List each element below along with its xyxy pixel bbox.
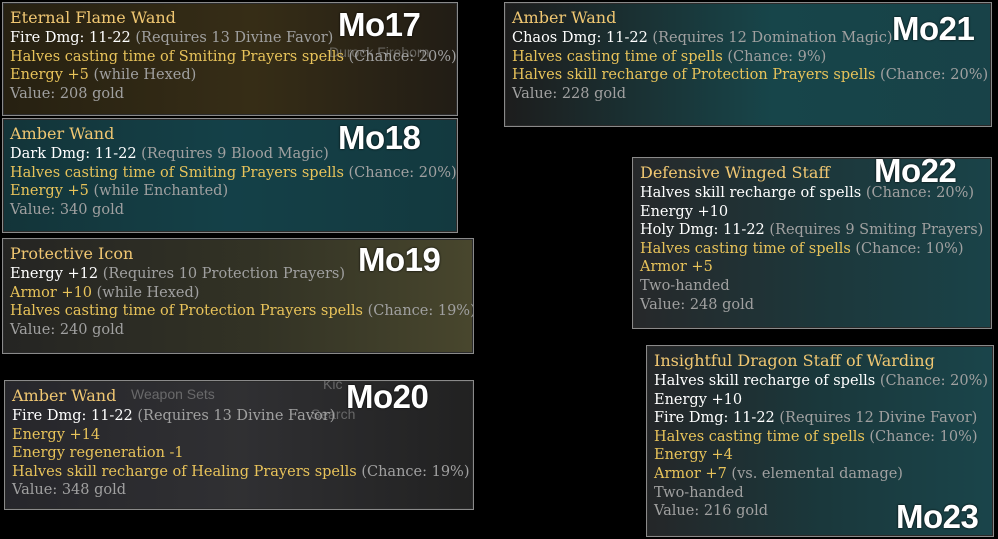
stat-text: Halves casting time of spells	[640, 240, 856, 257]
stat-note: (while Hexed)	[96, 284, 200, 301]
stat-note: (Chance: 19%)	[367, 303, 474, 320]
item-stat-line: Holy Dmg: 11-22 (Requires 9 Smiting Pray…	[640, 221, 985, 240]
stat-text: Halves skill recharge of spells	[640, 185, 866, 201]
stat-note: Two-handed	[640, 277, 730, 294]
stat-note: Value: 348 gold	[12, 482, 127, 499]
item-stat-line: Value: 228 gold	[512, 85, 985, 104]
item-stat-line: Halves casting time of spells (Chance: 1…	[640, 240, 985, 259]
stat-text: Energy +5	[10, 183, 94, 200]
stat-text: Armor +10	[10, 284, 97, 301]
stat-text: Energy +4	[654, 447, 733, 464]
stat-text: Halves casting time of Smiting Prayers s…	[10, 48, 349, 65]
item-stat-line: Value: 340 gold	[10, 201, 451, 220]
tag-mo18: Mo18	[338, 119, 421, 156]
stat-text: Chaos Dmg: 11-22	[512, 30, 653, 46]
stat-note: (vs. elemental damage)	[731, 465, 903, 482]
stat-text: Halves casting time of Protection Prayer…	[10, 303, 368, 320]
stat-text: Fire Dmg: 11-22	[12, 408, 138, 424]
item-stat-line: Energy +5 (while Hexed)	[10, 66, 451, 85]
stat-text: Armor +7	[654, 465, 732, 482]
tag-mo17: Mo17	[338, 6, 421, 43]
stat-note: (Chance: 9%)	[727, 48, 827, 65]
item-stat-line: Halves skill recharge of Protection Pray…	[512, 66, 989, 85]
stat-note: (Requires 13 Divine Favor)	[135, 30, 334, 46]
stat-note: (while Enchanted)	[93, 183, 229, 200]
item-stat-line: Value: 348 gold	[12, 481, 467, 500]
item-stat-line: Halves casting time of Protection Prayer…	[10, 302, 473, 321]
stat-note: (Chance: 10%)	[855, 240, 964, 257]
item-stat-line: Energy +5 (while Enchanted)	[10, 182, 451, 201]
stat-text: Holy Dmg: 11-22	[640, 222, 770, 239]
stat-text: Energy +10	[654, 391, 743, 408]
item-stat-line: Halves skill recharge of Healing Prayers…	[12, 463, 470, 482]
item-name: Insightful Dragon Staff of Warding	[654, 351, 935, 370]
tag-mo22: Mo22	[874, 152, 957, 189]
stat-note: (Requires 12 Domination Magic)	[652, 30, 893, 46]
stat-text: Halves skill recharge of Protection Pray…	[512, 67, 881, 84]
stat-note: (Chance: 10%)	[869, 428, 978, 445]
item-stat-line: Value: 240 gold	[10, 321, 467, 340]
stat-text: Halves skill recharge of spells	[654, 373, 880, 389]
stat-note: Value: 248 gold	[640, 296, 755, 313]
stat-note: (Chance: 19%)	[361, 463, 470, 480]
item-stat-line: Energy +14	[12, 426, 467, 445]
stat-text: Energy +12	[10, 266, 103, 282]
stat-note: (Requires 9 Blood Magic)	[141, 146, 329, 162]
item-stat-line: Armor +5	[640, 258, 985, 277]
stat-text: Fire Dmg: 11-22	[10, 30, 136, 46]
stat-note: Value: 208 gold	[10, 85, 125, 102]
stat-text: Armor +5	[640, 259, 713, 276]
stat-note: Value: 216 gold	[654, 503, 769, 520]
item-stat-line: Two-handed	[640, 277, 985, 296]
stat-note: (while Hexed)	[93, 67, 197, 84]
tag-mo20: Mo20	[346, 378, 429, 415]
stat-text: Halves casting time of spells	[512, 48, 728, 65]
stat-note: (Requires 9 Smiting Prayers)	[769, 222, 984, 239]
tag-mo21: Mo21	[892, 10, 975, 47]
stat-text: Halves casting time of Smiting Prayers s…	[10, 164, 349, 181]
item-stat-line: Energy +10	[654, 391, 987, 410]
stat-note: (Requires 12 Divine Favor)	[779, 410, 978, 427]
item-stat-line: Halves casting time of spells (Chance: 1…	[654, 428, 987, 447]
stat-text: Energy +5	[10, 67, 94, 84]
stat-note: (Requires 13 Divine Favor)	[137, 408, 336, 424]
stat-note: Value: 240 gold	[10, 321, 125, 338]
item-stat-line: Value: 208 gold	[10, 85, 451, 104]
stat-text: Halves skill recharge of Healing Prayers…	[12, 463, 362, 480]
stat-note: Two-handed	[654, 484, 744, 501]
stat-note: Value: 340 gold	[10, 201, 125, 218]
stat-note: Value: 228 gold	[512, 85, 627, 102]
item-stat-line: Armor +10 (while Hexed)	[10, 284, 467, 303]
item-stat-line: Fire Dmg: 11-22 (Requires 12 Divine Favo…	[654, 409, 987, 428]
stat-note: (Chance: 20%)	[880, 67, 989, 84]
item-stat-line: Energy regeneration -1	[12, 444, 467, 463]
stat-note: (Requires 10 Protection Prayers)	[102, 266, 345, 282]
stat-note: (Chance: 20%)	[879, 373, 989, 389]
tag-mo23: Mo23	[896, 498, 979, 535]
item-stat-line: Halves casting time of spells (Chance: 9…	[512, 48, 985, 67]
item-stat-line: Halves skill recharge of spells (Chance:…	[654, 372, 989, 391]
item-stat-line: Halves casting time of Smiting Prayers s…	[10, 164, 457, 183]
item-stat-line: Armor +7 (vs. elemental damage)	[654, 465, 987, 484]
item-stat-line: Energy +4	[654, 446, 987, 465]
stat-text: Energy +14	[12, 426, 101, 443]
stat-text: Energy regeneration -1	[12, 445, 184, 462]
stat-note: (Chance: 20%)	[348, 48, 457, 65]
stat-note: (Chance: 20%)	[348, 164, 457, 181]
stat-text: Fire Dmg: 11-22	[654, 410, 780, 427]
item-stat-line: Energy +10	[640, 203, 985, 222]
tag-mo19: Mo19	[358, 241, 441, 278]
stat-text: Dark Dmg: 11-22	[10, 146, 142, 162]
stat-text: Halves casting time of spells	[654, 428, 870, 445]
item-stat-line: Halves casting time of Smiting Prayers s…	[10, 48, 457, 67]
item-stat-line: Value: 248 gold	[640, 296, 985, 315]
stat-text: Energy +10	[640, 203, 729, 220]
